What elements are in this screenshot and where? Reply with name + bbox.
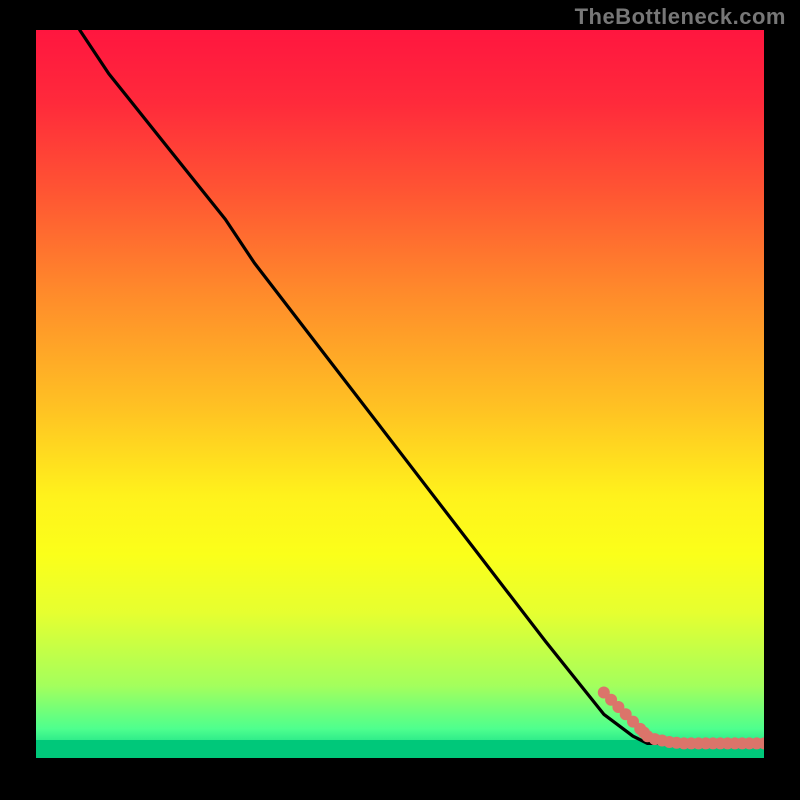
bottleneck-curve	[80, 30, 764, 743]
scatter-layer	[598, 687, 764, 750]
watermark-label: TheBottleneck.com	[575, 4, 786, 30]
overlay-svg	[36, 30, 764, 758]
curve-layer	[80, 30, 764, 743]
chart-frame: TheBottleneck.com	[0, 0, 800, 800]
plot-area	[36, 30, 764, 758]
